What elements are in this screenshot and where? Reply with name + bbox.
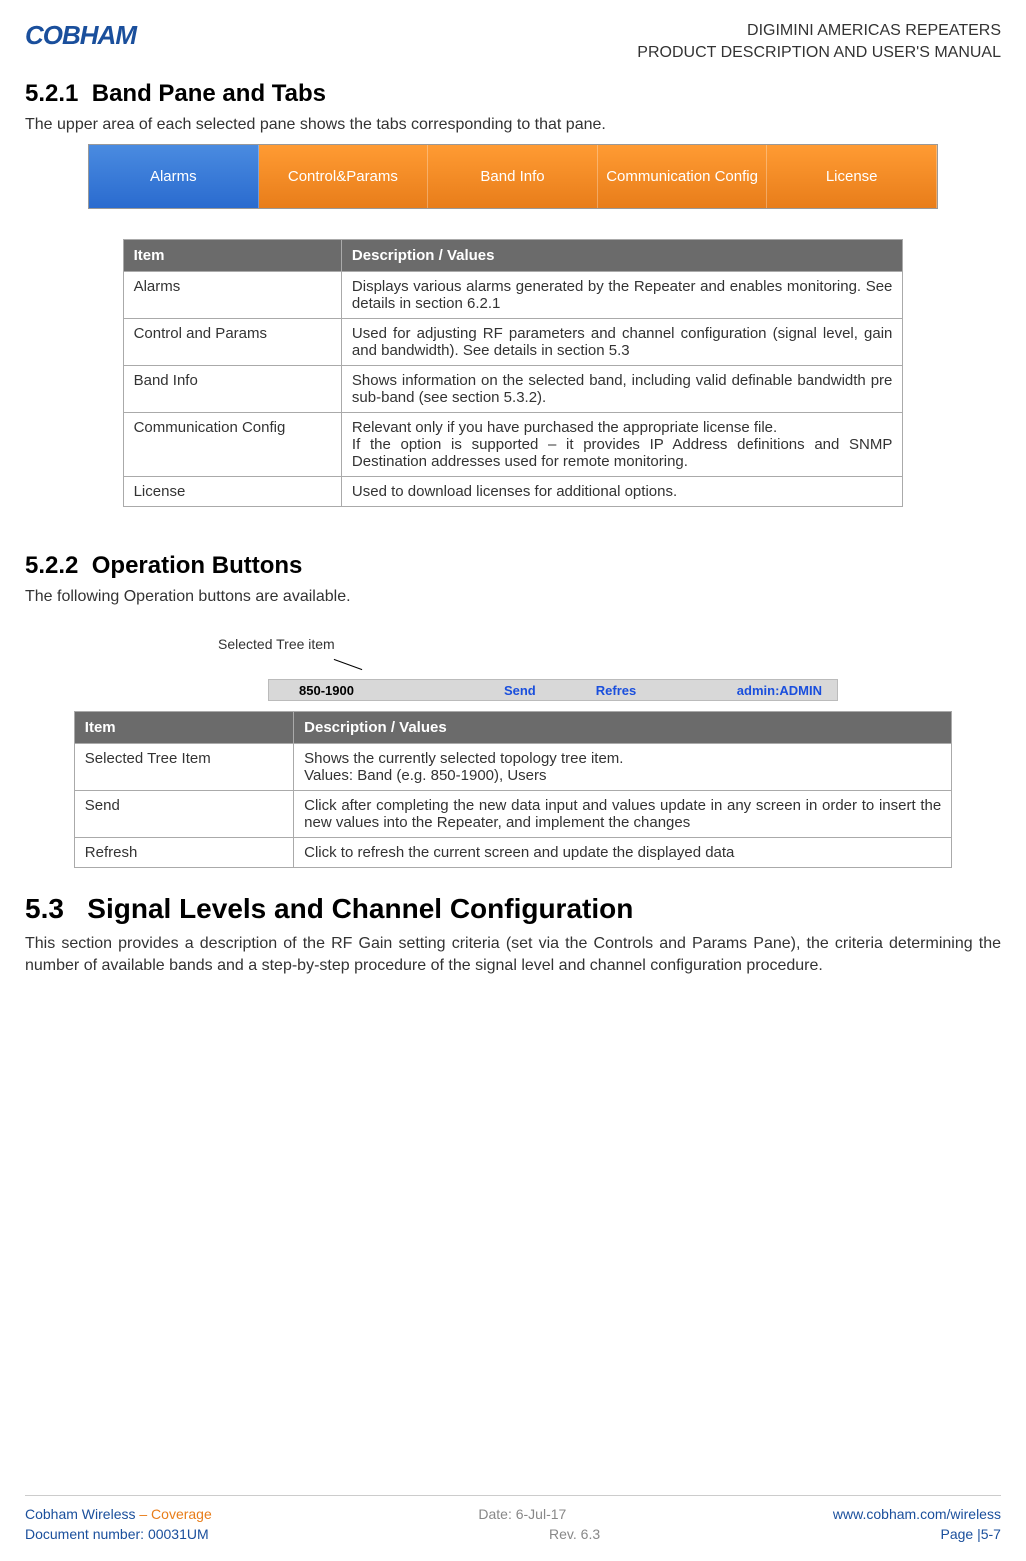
cell-item: Alarms	[123, 272, 341, 319]
diagram-arrow	[334, 659, 363, 670]
refresh-button-img: Refres	[566, 683, 666, 698]
section-521-heading: 5.2.1 Band Pane and Tabs	[25, 80, 1001, 108]
table-row: Control and ParamsUsed for adjusting RF …	[123, 319, 903, 366]
cell-item: Band Info	[123, 366, 341, 413]
operation-buttons-table: Item Description / Values Selected Tree …	[74, 711, 952, 868]
tab-control-params: Control&Params	[259, 145, 429, 208]
band-pane-table: Item Description / Values AlarmsDisplays…	[123, 239, 904, 507]
cell-desc: Shows information on the selected band, …	[341, 366, 902, 413]
cell-desc: Shows the currently selected topology tr…	[294, 744, 952, 791]
tab-band-info: Band Info	[428, 145, 598, 208]
diagram-toolbar: 850-1900 Send Refres admin:ADMIN	[268, 679, 838, 701]
table-row: Band InfoShows information on the select…	[123, 366, 903, 413]
cell-desc: Click after completing the new data inpu…	[294, 791, 952, 838]
section-53-heading: 5.3 Signal Levels and Channel Configurat…	[25, 893, 1001, 925]
cell-item: Refresh	[74, 838, 293, 868]
tab-communication-config: Communication Config	[598, 145, 768, 208]
page-footer: Cobham Wireless – Coverage Date: 6-Jul-1…	[25, 1495, 1001, 1546]
tabs-screenshot: Alarms Control&Params Band Info Communic…	[88, 144, 938, 209]
cell-desc: Used for adjusting RF parameters and cha…	[341, 319, 902, 366]
diagram-tree-label: Selected Tree item	[218, 636, 335, 653]
cell-item: Control and Params	[123, 319, 341, 366]
cell-desc: Used to download licenses for additional…	[341, 477, 902, 507]
table-row: RefreshClick to refresh the current scre…	[74, 838, 951, 868]
cell-desc: Displays various alarms generated by the…	[341, 272, 902, 319]
cell-item: Send	[74, 791, 293, 838]
cell-desc: Click to refresh the current screen and …	[294, 838, 952, 868]
cell-desc: Relevant only if you have purchased the …	[341, 413, 902, 477]
table-row: Selected Tree ItemShows the currently se…	[74, 744, 951, 791]
operation-buttons-diagram: Selected Tree item 850-1900 Send Refres …	[188, 636, 838, 701]
send-button-img: Send	[474, 683, 566, 698]
table-row: AlarmsDisplays various alarms generated …	[123, 272, 903, 319]
section-522-heading: 5.2.2 Operation Buttons	[25, 552, 1001, 580]
cell-item: Selected Tree Item	[74, 744, 293, 791]
header-title-1: DIGIMINI AMERICAS REPEATERS	[637, 20, 1001, 42]
cell-item: Communication Config	[123, 413, 341, 477]
th-item: Item	[123, 240, 341, 272]
th-desc: Description / Values	[341, 240, 902, 272]
th-desc-2: Description / Values	[294, 712, 952, 744]
table-row: LicenseUsed to download licenses for add…	[123, 477, 903, 507]
section-53-body: This section provides a description of t…	[25, 933, 1001, 976]
tree-item-value: 850-1900	[269, 683, 474, 698]
admin-label: admin:ADMIN	[707, 683, 837, 698]
section-522-intro: The following Operation buttons are avai…	[25, 588, 1001, 606]
table-row: SendClick after completing the new data …	[74, 791, 951, 838]
th-item-2: Item	[74, 712, 293, 744]
tab-license: License	[767, 145, 937, 208]
section-521-intro: The upper area of each selected pane sho…	[25, 116, 1001, 134]
header-title-2: PRODUCT DESCRIPTION AND USER'S MANUAL	[637, 42, 1001, 64]
tab-alarms: Alarms	[89, 145, 259, 208]
table-row: Communication ConfigRelevant only if you…	[123, 413, 903, 477]
cell-item: License	[123, 477, 341, 507]
